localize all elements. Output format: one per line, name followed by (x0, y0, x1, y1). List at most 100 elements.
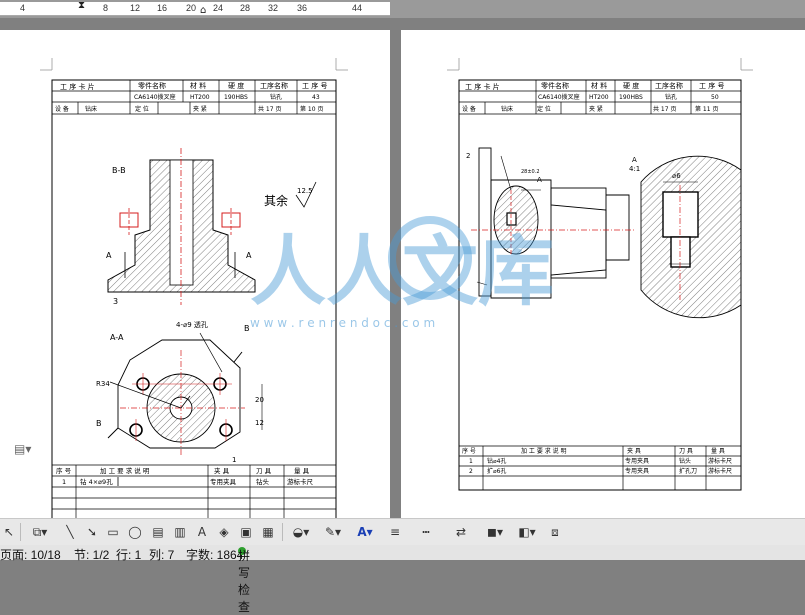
part-view: 2 A 28±0.2 (466, 147, 636, 299)
ruler-number: 12 (130, 3, 141, 13)
diagram-icon[interactable]: ◈ (216, 523, 232, 541)
status-page: 页面: 10/18 (0, 548, 61, 562)
table-header: 夹 具 (214, 466, 230, 475)
tab-marker-icon[interactable]: ⌂ (200, 5, 206, 16)
header-cell: 钻床 (501, 105, 513, 113)
header-cell: 43 (312, 94, 320, 101)
detail-view: A 4:1 ⌀6 ⌀4 7 (629, 155, 742, 319)
table-cell: 2 (469, 468, 473, 475)
table-cell: 游标卡尺 (708, 457, 732, 465)
header-cell: 钻床 (85, 105, 97, 113)
header-cell: 工 序 卡 片 (465, 82, 500, 91)
table-header: 刀 具 (256, 467, 272, 475)
font-color-icon[interactable]: A▾ (352, 523, 378, 541)
toolbar-separator (20, 523, 21, 541)
dim-label: 12 (255, 419, 264, 427)
rectangle-tool-icon[interactable]: ▭ (105, 523, 121, 541)
textbox-icon[interactable]: ▤ (150, 523, 166, 541)
header-cell: HT200 (589, 94, 609, 101)
dim-label: 28±0.2 (521, 169, 540, 175)
line-style-icon[interactable]: ≡ (384, 523, 406, 541)
indent-marker-icon[interactable]: ⧗ (78, 0, 85, 11)
view-label: B (96, 419, 102, 428)
header-cell: 夹 紧 (193, 105, 207, 113)
oval-tool-icon[interactable]: ◯ (127, 523, 143, 541)
header-cell: 夹 紧 (589, 105, 603, 113)
horizontal-ruler[interactable]: 4 8 12 16 20 24 28 32 36 44 ⧗ ⌂ (0, 0, 805, 18)
vertical-textbox-icon[interactable]: ▥ (172, 523, 188, 541)
document-page-right[interactable]: 工 序 卡 片 零件名称 材 料 硬 度 工序名称 工 序 号 CA6140拨叉… (401, 30, 805, 520)
ruler-number: 24 (213, 3, 224, 13)
document-page-left[interactable]: 工 序 卡 片 零件名称 材 料 硬 度 工序名称 工 序 号 CA6140拨叉… (0, 30, 390, 521)
status-section: 节: 1/2 (74, 548, 110, 562)
table-cell: 扩⌀6孔 (487, 467, 506, 475)
status-col: 列: 7 (149, 548, 175, 562)
header-cell: 定 位 (537, 105, 551, 113)
header-cell: 第 11 页 (695, 105, 718, 113)
table-cell: 专用夹具 (210, 477, 237, 486)
table-cell: 钻⌀4孔 (487, 457, 506, 465)
header-cell: 材 料 (591, 81, 607, 90)
roughness-note: 其余 (264, 193, 288, 208)
header-cell: 工序名称 (260, 81, 288, 90)
spell-check-label: 拼写检查 (238, 549, 251, 614)
ruler-number: 8 (103, 3, 109, 13)
header-cell: 工序名称 (655, 81, 683, 90)
table-header: 量 具 (294, 467, 310, 475)
table-header: 夹 具 (627, 447, 641, 455)
header-cell: 硬 度 (228, 81, 244, 90)
table-cell: 游标卡尺 (708, 467, 732, 475)
ruler-number: 20 (186, 3, 197, 13)
line-color-icon[interactable]: ✎▾ (320, 523, 346, 541)
section-label: B-B (112, 166, 126, 175)
fill-color-icon[interactable]: ◒▾ (288, 523, 314, 541)
table-cell: 钻头 (256, 477, 270, 486)
arrow-style-icon[interactable]: ⇄ (450, 523, 472, 541)
table-header: 加 工 要 求 说 明 (100, 466, 150, 475)
header-cell: 190HBS (224, 94, 248, 101)
header-cell: 硬 度 (623, 81, 639, 90)
header-cell: CA6140拨叉座 (134, 93, 176, 101)
header-cell: 定 位 (135, 105, 149, 113)
arrow-tool-icon[interactable]: ➘ (84, 523, 100, 541)
table-header: 序 号 (462, 447, 476, 455)
select-objects-icon[interactable]: ⧈ (546, 523, 564, 541)
header-cell: 工 序 号 (699, 81, 724, 90)
shadow-style-icon[interactable]: ◼▾ (482, 523, 508, 541)
autoshapes-icon[interactable]: ⧉▾ (26, 523, 54, 541)
insert-picture-icon[interactable]: ▦ (260, 523, 276, 541)
section-label: A-A (110, 333, 124, 342)
header-cell: 共 17 页 (258, 105, 281, 113)
wordart-icon[interactable]: A (194, 523, 210, 541)
dash-style-icon[interactable]: ┅ (415, 523, 437, 541)
callout-label: 1 (232, 456, 236, 464)
ruler-number: 28 (240, 3, 251, 13)
status-words: 字数: 1864 (186, 548, 244, 562)
header-cell: 钻孔 (270, 93, 282, 101)
3d-style-icon[interactable]: ◧▾ (514, 523, 540, 541)
line-tool-icon[interactable]: ╲ (62, 523, 78, 541)
clipart-icon[interactable]: ▣ (238, 523, 254, 541)
select-pointer-icon[interactable]: ↖ (3, 523, 15, 541)
header-cell: 工 序 卡 片 (60, 82, 95, 91)
callout-label: 3 (113, 297, 118, 306)
ruler-number: 44 (352, 3, 363, 13)
section-view-bb: B-B A A 3 其余 12.5 (106, 148, 317, 306)
table-cell: 1 (62, 478, 66, 486)
ruler-number: 32 (268, 3, 279, 13)
toolbar-separator (282, 523, 283, 541)
document-map-icon[interactable]: ▤▾ (14, 442, 31, 458)
header-cell: 50 (711, 94, 719, 101)
datum-label: A (106, 251, 112, 260)
table-cell: 1 (469, 458, 473, 465)
section-view-aa: A-A 4-⌀9 透孔 B B R34 20 12 1 (96, 321, 264, 464)
header-cell: 零件名称 (138, 81, 166, 90)
header-cell: 190HBS (619, 94, 643, 101)
process-card-drawing-left: 工 序 卡 片 零件名称 材 料 硬 度 工序名称 工 序 号 CA6140拨叉… (40, 58, 348, 521)
header-cell: 钻孔 (665, 93, 677, 101)
status-bar: 页面: 10/18 节: 1/2 行: 1 列: 7 字数: 1864 拼写检查 (0, 545, 805, 614)
ruler-number: 4 (20, 3, 26, 13)
header-cell: 工 序 号 (302, 81, 327, 90)
header-cell: 材 料 (190, 81, 206, 90)
header-cell: 共 17 页 (653, 105, 676, 113)
